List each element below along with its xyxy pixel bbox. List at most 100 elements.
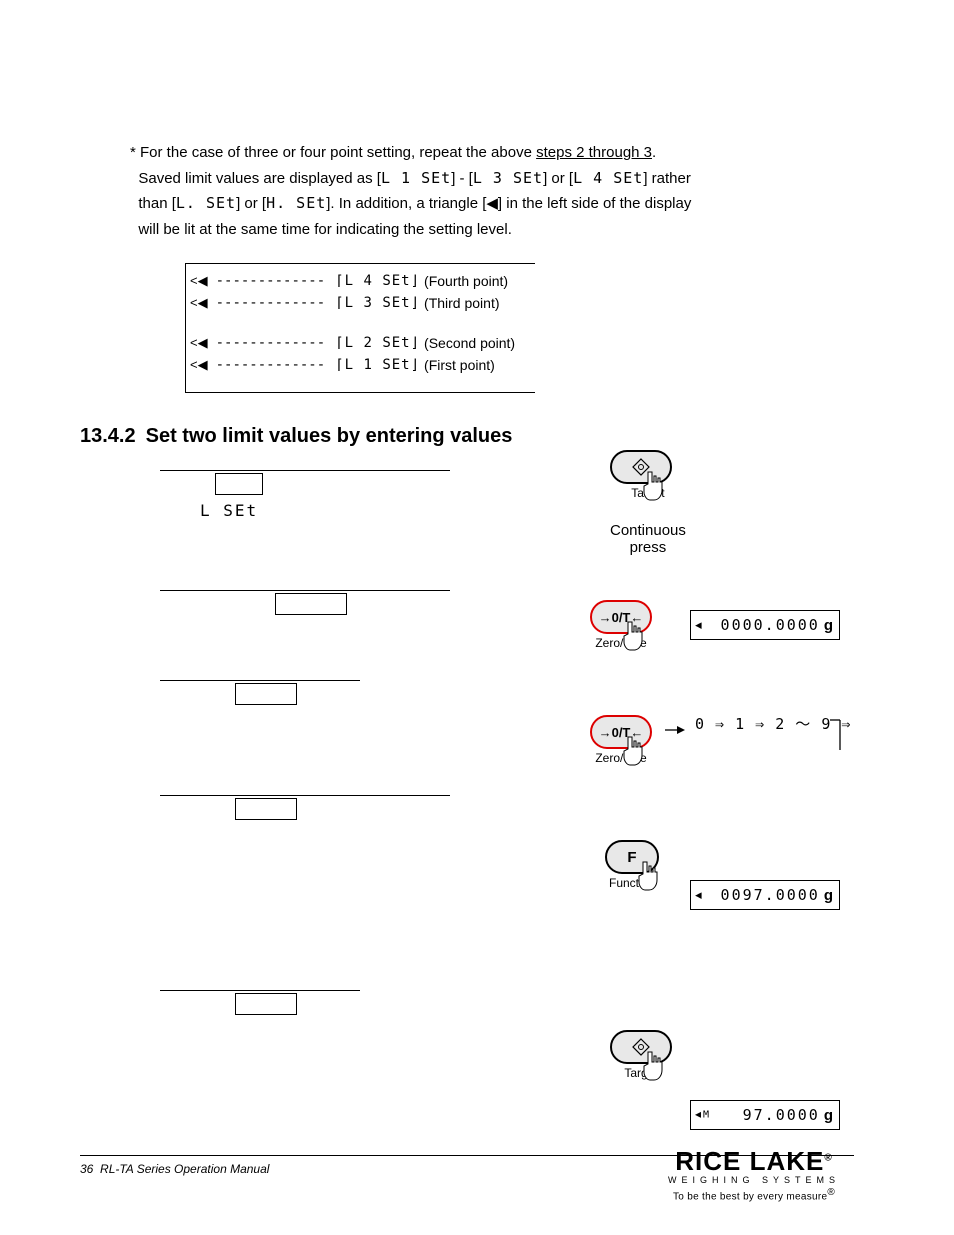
zero-tare-key: →0/T← — [590, 715, 652, 749]
lset-display: L SEt — [200, 501, 450, 520]
diagram-row-4: <◀ ------------- ⌈L 4 SEt⌋ (Fourth point… — [190, 270, 535, 292]
f-key-text: F — [627, 849, 636, 866]
step-box — [275, 593, 347, 615]
intro-line1c: . — [652, 144, 656, 161]
seg-l: L. SEt — [176, 194, 236, 212]
il-function: F Function — [605, 840, 659, 890]
intro-steps-link: steps 2 through 3 — [536, 144, 652, 161]
intro-line1a: For the case of three or four point sett… — [140, 144, 536, 161]
seg-text: ⌈L 4 SEt⌋ — [335, 273, 420, 289]
logo-tag-text: To be the best by every measure — [673, 1192, 827, 1203]
lcd-display-4: ◀M 97.0000 g — [690, 1100, 840, 1130]
dashes: ------------- — [216, 357, 326, 373]
step-4 — [160, 795, 450, 820]
diagram-row-3: <◀ ------------- ⌈L 3 SEt⌋ (Third point) — [190, 292, 535, 314]
dashes: ------------- — [216, 273, 326, 289]
il-target-2: Target — [610, 1030, 672, 1080]
seg-text: ⌈L 2 SEt⌋ — [335, 335, 420, 351]
step-box — [235, 798, 297, 820]
triangle-icon: <◀ — [190, 335, 208, 351]
il-zero-2: →0/T← Zero/Tare — [590, 715, 652, 765]
diagram-label: (First point) — [424, 357, 495, 373]
triangle-icon: <◀ — [190, 295, 208, 311]
target-key — [610, 450, 672, 484]
lcd-display-1: ◀ 0000.0000 g — [690, 610, 840, 640]
lcd-display-3: ◀ 0097.0000 g — [690, 880, 840, 910]
triangle-icon: ◀ — [695, 889, 704, 902]
triangle-icon: <◀ — [190, 357, 208, 373]
intro-line2c: ] or [ — [543, 170, 573, 187]
section-heading: 13.4.2 Set two limit values by entering v… — [80, 425, 512, 448]
il-target-1: Target Continuous press — [610, 450, 686, 556]
logo-main-text: RICE LAKE — [675, 1146, 824, 1176]
seg-text: ⌈L 3 SEt⌋ — [335, 295, 420, 311]
intro-line3a: than [ — [138, 195, 176, 212]
target-key — [610, 1030, 672, 1064]
continuous-text: Continuous — [610, 522, 686, 539]
dashes: ------------- — [216, 335, 326, 351]
registered-icon: ® — [824, 1152, 832, 1163]
seg-l1: L 1 SEt — [381, 169, 451, 187]
footer-text: 36 RL-TA Series Operation Manual — [80, 1162, 269, 1176]
level-diagram: <◀ ------------- ⌈L 4 SEt⌋ (Fourth point… — [185, 263, 535, 393]
brand-logo: RICE LAKE® WEIGHING SYSTEMS To be the be… — [654, 1150, 854, 1203]
intro-line3c: ]. In addition, a triangle [◀] in the le… — [326, 195, 691, 212]
diagram-label: (Third point) — [424, 295, 499, 311]
step-2 — [160, 590, 450, 615]
intro-line3b: ] or [ — [236, 195, 266, 212]
zero-tare-key: →0/T← — [590, 600, 652, 634]
seg-text: ⌈L 1 SEt⌋ — [335, 357, 420, 373]
rule — [160, 680, 360, 681]
page: * For the case of three or four point se… — [0, 0, 954, 1235]
lcd-unit: g — [824, 887, 833, 904]
seg-h: H. SEt — [266, 194, 326, 212]
manual-title: RL-TA Series Operation Manual — [100, 1162, 269, 1176]
intro-line4: will be lit at the same time for indicat… — [138, 221, 512, 238]
seg-l4: L 4 SEt — [573, 169, 643, 187]
diagram-label: (Fourth point) — [424, 273, 508, 289]
step-box — [215, 473, 263, 495]
dashes: ------------- — [216, 295, 326, 311]
step-box — [235, 683, 297, 705]
heading-title: Set two limit values by entering values — [146, 425, 513, 447]
lcd-unit: g — [824, 617, 833, 634]
intro-line2b: ] - [ — [451, 170, 473, 187]
lcd-unit: g — [824, 1107, 833, 1124]
intro-line2d: ] rather — [643, 170, 691, 187]
intro-line2a: Saved limit values are displayed as [ — [138, 170, 381, 187]
rule — [160, 990, 360, 991]
diagram-row-2: <◀ ------------- ⌈L 2 SEt⌋ (Second point… — [190, 332, 535, 354]
memory-icon: ◀M — [695, 1110, 711, 1121]
registered-icon: ® — [827, 1187, 835, 1198]
page-number: 36 — [80, 1162, 93, 1176]
seg-l3: L 3 SEt — [473, 169, 543, 187]
intro-paragraph: * For the case of three or four point se… — [130, 140, 850, 242]
hand-icon — [622, 620, 652, 656]
logo-tagline: To be the best by every measure® — [654, 1187, 854, 1202]
lcd-value: 0000.0000 — [721, 616, 820, 634]
step-1: L SEt — [160, 470, 450, 520]
rule — [160, 795, 450, 796]
heading-number: 13.4.2 — [80, 425, 136, 447]
hand-icon — [622, 735, 652, 771]
step-5 — [160, 990, 360, 1015]
il-zero-1: →0/T← Zero/Tare — [590, 600, 652, 650]
rule — [160, 470, 450, 471]
lcd-value: 0097.0000 — [721, 886, 820, 904]
hand-icon — [642, 470, 672, 506]
hand-icon — [637, 860, 667, 896]
rule — [160, 590, 450, 591]
diagram-row-1: <◀ ------------- ⌈L 1 SEt⌋ (First point) — [190, 354, 535, 376]
function-key: F — [605, 840, 659, 874]
logo-main: RICE LAKE® — [654, 1150, 854, 1173]
press-text: press — [610, 539, 686, 556]
diagram-label: (Second point) — [424, 335, 515, 351]
triangle-icon: ◀ — [695, 619, 704, 632]
logo-sub: WEIGHING SYSTEMS — [654, 1175, 854, 1185]
asterisk: * — [130, 144, 136, 161]
triangle-icon: <◀ — [190, 273, 208, 289]
step-3 — [160, 680, 360, 705]
lcd-value: 97.0000 — [743, 1106, 820, 1124]
digit-sequence: 0 ⇒ 1 ⇒ 2 ～ 9 ⇒ — [695, 713, 851, 734]
hand-icon — [642, 1050, 672, 1086]
